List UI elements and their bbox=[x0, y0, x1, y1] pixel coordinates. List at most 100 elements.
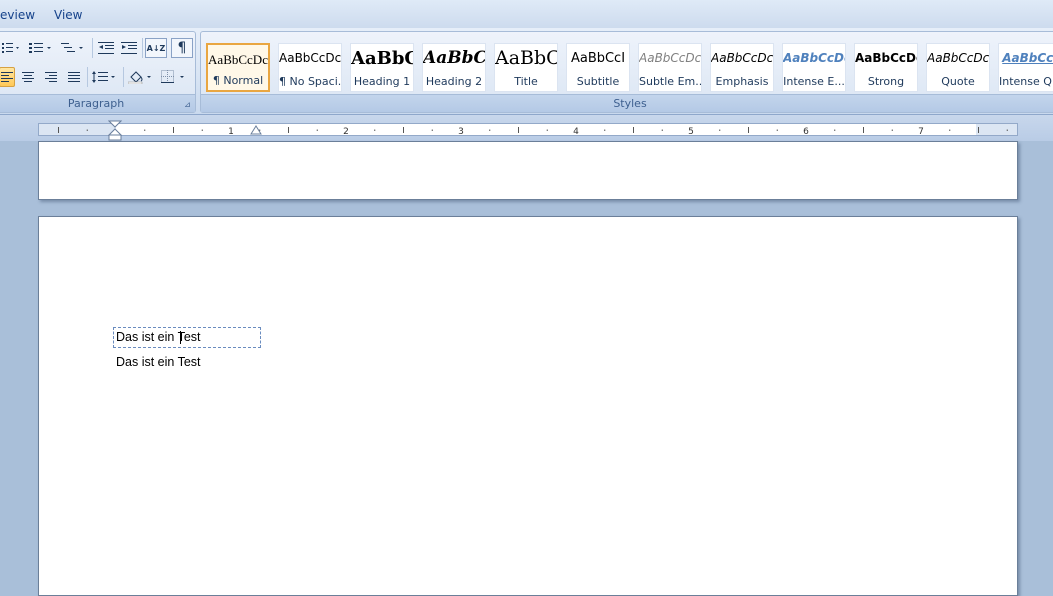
text-box-line[interactable]: Das ist ein Test bbox=[116, 330, 201, 344]
style-title[interactable]: AaBbC( Title bbox=[494, 43, 558, 92]
line-spacing-button[interactable] bbox=[90, 67, 120, 87]
style-sample: AaBbC( bbox=[351, 48, 413, 69]
ruler-quarter-tick bbox=[86, 129, 88, 131]
increase-indent-icon bbox=[121, 42, 137, 54]
style-name: Emphasis bbox=[715, 75, 769, 88]
text-cursor bbox=[180, 331, 181, 344]
ruler-number: 6 bbox=[803, 127, 809, 137]
align-right-button[interactable] bbox=[40, 67, 62, 87]
show-formatting-marks-button[interactable]: ¶ bbox=[171, 38, 193, 58]
style-heading-2[interactable]: AaBbCc Heading 2 bbox=[422, 43, 486, 92]
paragraph-dialog-launcher-icon[interactable]: ⊿ bbox=[183, 100, 192, 109]
style-name: Heading 2 bbox=[425, 75, 483, 88]
justify-icon bbox=[68, 72, 80, 82]
ruler-quarter-tick bbox=[489, 129, 491, 131]
ruler-quarter-tick bbox=[604, 129, 606, 131]
ruler-number: 1 bbox=[228, 127, 234, 137]
style-heading-1[interactable]: AaBbC(Heading 1 bbox=[350, 43, 414, 92]
separator bbox=[142, 38, 143, 58]
style-intense-q[interactable]: AaBbCcI Intense Q... bbox=[998, 43, 1053, 92]
ruler-quarter-tick bbox=[661, 129, 663, 131]
tab-review[interactable]: eview bbox=[0, 8, 35, 22]
sort-button[interactable]: A↓Z bbox=[145, 38, 167, 58]
style-sample: AaBbCcI bbox=[570, 51, 626, 66]
ruler-number: 3 bbox=[458, 127, 464, 137]
horizontal-ruler[interactable]: 1 2 3 4 5 6 7 bbox=[38, 123, 1018, 137]
ruler-quarter-tick bbox=[949, 129, 951, 131]
borders-button[interactable] bbox=[159, 67, 189, 87]
ribbon-tab-strip: eview View bbox=[0, 0, 1053, 29]
style-sample: AaBbCcDc bbox=[279, 51, 341, 65]
sort-icon: A↓Z bbox=[146, 43, 166, 53]
ruler-quarter-tick bbox=[431, 129, 433, 131]
decrease-indent-button[interactable] bbox=[95, 38, 117, 58]
style-name: Subtitle bbox=[576, 75, 620, 88]
styles-group: AaBbCcDc¶ NormalAaBbCcDc¶ No Spaci...AaB… bbox=[200, 31, 1053, 113]
style-subtle-em[interactable]: AaBbCcDc Subtle Em... bbox=[638, 43, 702, 92]
style-sample: AaBbC( bbox=[495, 47, 557, 69]
style-subtitle[interactable]: AaBbCcI Subtitle bbox=[566, 43, 630, 92]
shading-button[interactable] bbox=[126, 67, 156, 87]
justify-button[interactable] bbox=[63, 67, 85, 87]
align-center-button[interactable] bbox=[17, 67, 39, 87]
style-name: Title bbox=[514, 75, 538, 88]
style-no-spaci[interactable]: AaBbCcDc ¶ No Spaci... bbox=[278, 43, 342, 92]
style-intense-e[interactable]: AaBbCcDc Intense E... bbox=[782, 43, 846, 92]
paragraph-group: A↓Z ¶ Paragraph ⊿ bbox=[0, 31, 196, 113]
ruler-quarter-tick bbox=[546, 129, 548, 131]
bullets-icon bbox=[2, 43, 19, 53]
numbering-icon bbox=[29, 43, 51, 53]
align-right-icon bbox=[45, 72, 57, 82]
style-sample: AaBbCcDc bbox=[783, 51, 845, 65]
separator bbox=[92, 38, 93, 58]
line-spacing-icon bbox=[92, 71, 115, 83]
style-name: Subtle Em... bbox=[639, 75, 701, 88]
style-strong[interactable]: AaBbCcDc Strong bbox=[854, 43, 918, 92]
increase-indent-button[interactable] bbox=[118, 38, 140, 58]
style-name: ¶ No Spaci... bbox=[279, 75, 341, 88]
style-sample: AaBbCcI bbox=[1002, 51, 1053, 65]
numbering-button[interactable] bbox=[27, 38, 57, 58]
document-page[interactable]: Das ist ein Test Das ist ein Test bbox=[38, 216, 1018, 596]
previous-page bbox=[38, 141, 1018, 200]
style-name: Quote bbox=[941, 75, 975, 88]
body-text-line[interactable]: Das ist ein Test bbox=[116, 355, 201, 369]
ruler-number: 4 bbox=[573, 127, 579, 137]
style-name: Intense E... bbox=[783, 75, 845, 88]
borders-icon bbox=[161, 70, 184, 83]
paragraph-group-label: Paragraph bbox=[0, 94, 195, 112]
style-sample: AaBbCcDc bbox=[711, 51, 773, 65]
ruler-quarter-tick bbox=[834, 129, 836, 131]
ruler-number: 5 bbox=[688, 127, 694, 137]
paint-bucket-icon bbox=[128, 71, 151, 84]
separator bbox=[87, 67, 88, 87]
tab-view[interactable]: View bbox=[54, 8, 82, 22]
ruler-quarter-tick bbox=[316, 129, 318, 131]
ruler-quarter-tick bbox=[144, 129, 146, 131]
style-sample: AaBbCcDc bbox=[639, 51, 701, 65]
style-normal[interactable]: AaBbCcDc ¶ Normal bbox=[206, 43, 270, 92]
style-sample: AaBbCcDc bbox=[208, 52, 268, 67]
ruler-ticks: 1 2 3 4 5 6 7 bbox=[58, 127, 1008, 137]
ruler-quarter-tick bbox=[374, 129, 376, 131]
ruler-quarter-tick bbox=[776, 129, 778, 131]
align-left-button[interactable] bbox=[0, 67, 15, 87]
align-left-icon bbox=[1, 72, 13, 82]
decrease-indent-icon bbox=[98, 42, 114, 54]
style-sample: AaBbCcDc bbox=[927, 51, 989, 65]
ruler-quarter-tick bbox=[1006, 129, 1008, 131]
ruler-number: 2 bbox=[343, 127, 349, 137]
ruler-quarter-tick bbox=[891, 129, 893, 131]
style-name: ¶ Normal bbox=[212, 74, 264, 87]
ruler-quarter-tick bbox=[201, 129, 203, 131]
bullets-button[interactable] bbox=[0, 38, 23, 58]
multilevel-list-icon bbox=[61, 43, 83, 52]
style-name: Intense Q... bbox=[999, 75, 1053, 88]
style-quote[interactable]: AaBbCcDc Quote bbox=[926, 43, 990, 92]
style-name: Strong bbox=[867, 75, 905, 88]
indent-markers[interactable] bbox=[108, 120, 122, 141]
multilevel-list-button[interactable] bbox=[59, 38, 89, 58]
right-indent-marker[interactable] bbox=[250, 125, 262, 135]
style-emphasis[interactable]: AaBbCcDc Emphasis bbox=[710, 43, 774, 92]
style-sample: AaBbCcDc bbox=[855, 51, 917, 65]
